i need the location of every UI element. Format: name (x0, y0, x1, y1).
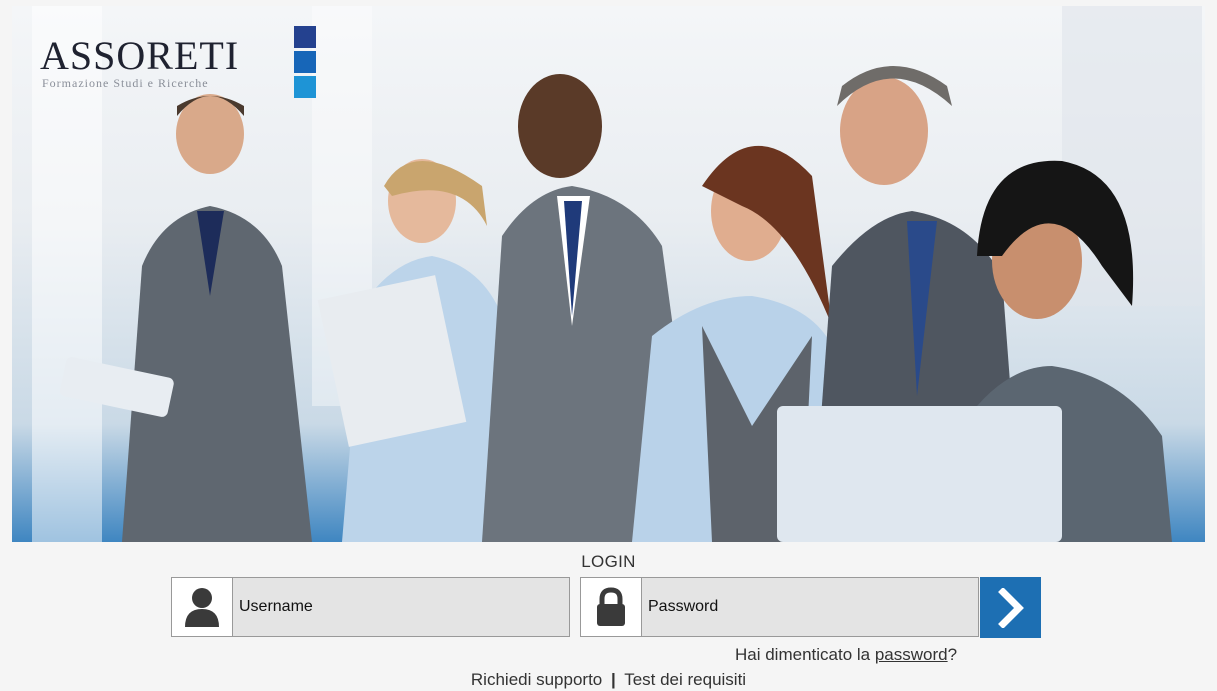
logo-title: ASSORETI (40, 33, 240, 78)
chevron-right-icon (997, 587, 1024, 628)
footer-links: Richiedi supporto | Test dei requisiti (0, 670, 1217, 690)
login-submit-button[interactable] (980, 577, 1041, 638)
forgot-password-link[interactable]: password (875, 645, 948, 664)
logo-block-mid (294, 51, 316, 73)
lock-icon (581, 578, 642, 636)
hero-image: ASSORETI Formazione Studi e Ricerche (12, 6, 1205, 542)
username-field[interactable] (171, 577, 570, 637)
requirements-test-link[interactable]: Test dei requisiti (624, 670, 746, 689)
username-input[interactable] (233, 577, 569, 637)
forgot-prefix: Hai dimenticato la (735, 645, 875, 664)
forgot-password-text: Hai dimenticato la password? (735, 645, 957, 665)
user-icon (172, 578, 233, 636)
forgot-suffix: ? (947, 645, 958, 664)
logo-blocks (294, 26, 316, 106)
support-link[interactable]: Richiedi supporto (471, 670, 602, 689)
logo-tagline: Formazione Studi e Ricerche (42, 76, 209, 90)
login-page: ASSORETI Formazione Studi e Ricerche LOG… (0, 0, 1217, 691)
password-field[interactable] (580, 577, 979, 637)
logo-block-dark (294, 26, 316, 48)
password-input[interactable] (642, 577, 978, 637)
footer-separator: | (611, 670, 616, 689)
logo-block-light (294, 76, 316, 98)
login-title: LOGIN (581, 552, 636, 571)
assoreti-logo: ASSORETI Formazione Studi e Ricerche (40, 26, 330, 108)
